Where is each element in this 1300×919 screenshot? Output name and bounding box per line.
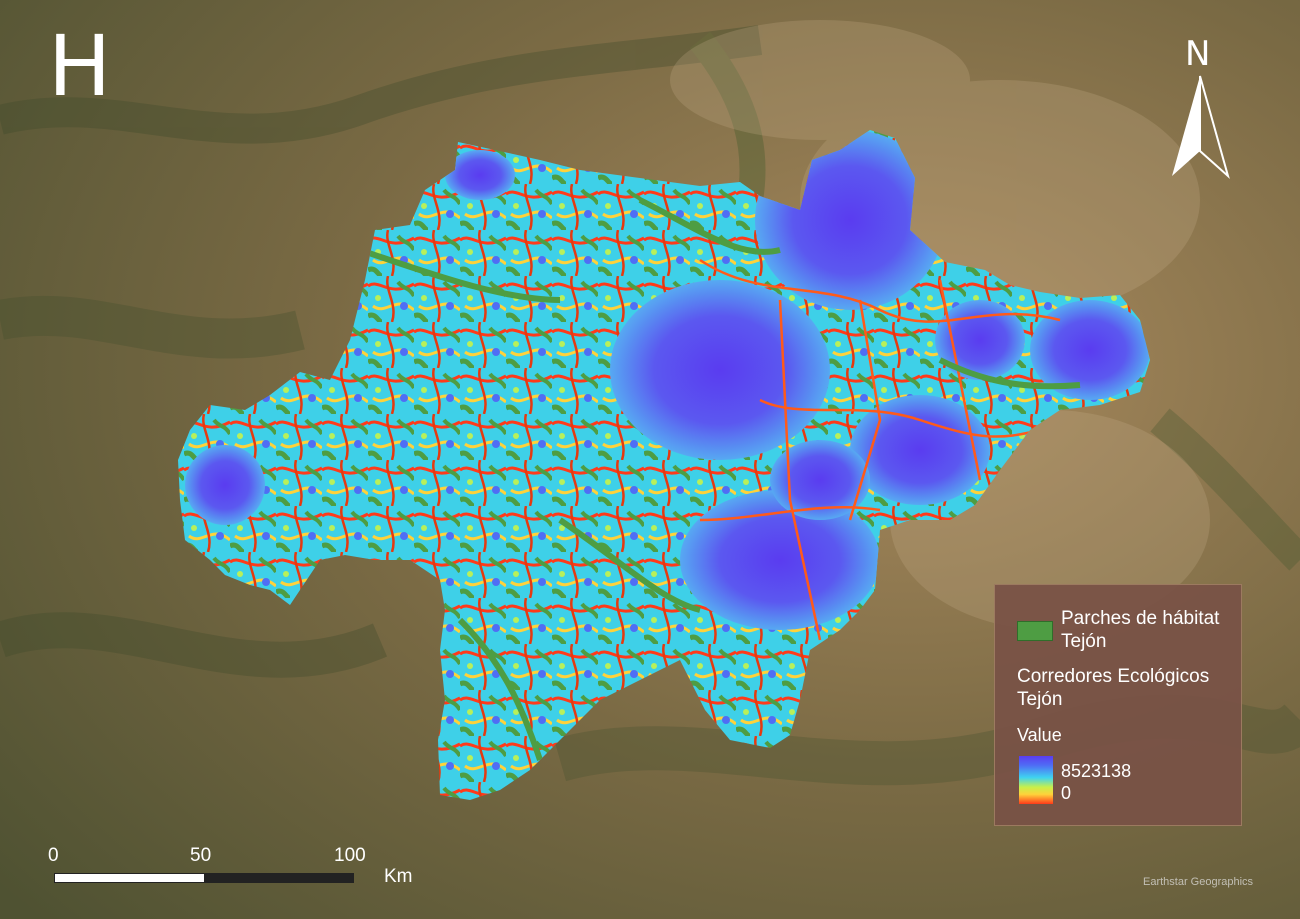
scale-tick-100: 100 [334,845,366,866]
legend-max: 8523138 [1061,761,1132,781]
color-ramp [1019,756,1053,804]
imagery-credit: Earthstar Geographics [1143,876,1254,888]
patch-swatch [1017,621,1053,641]
scale-unit: Km [384,866,413,887]
scale-bar [54,873,354,883]
scale-segment-white [54,873,205,883]
panel-letter: H [48,17,112,115]
legend-min: 0 [1061,783,1072,803]
scale-tick-50: 50 [190,845,212,866]
legend-patch-label: Parches de hábitat Tejón [1061,608,1220,652]
legend-value-label: Value [1017,725,1062,745]
legend-corridor-label: Corredores Ecológicos Tejón [1017,666,1210,710]
north-label: N [1185,34,1211,74]
scale-segment-black [204,873,354,883]
scale-tick-0: 0 [48,845,59,866]
legend: Parches de hábitat Tejón Corredores Ecol… [994,584,1242,826]
